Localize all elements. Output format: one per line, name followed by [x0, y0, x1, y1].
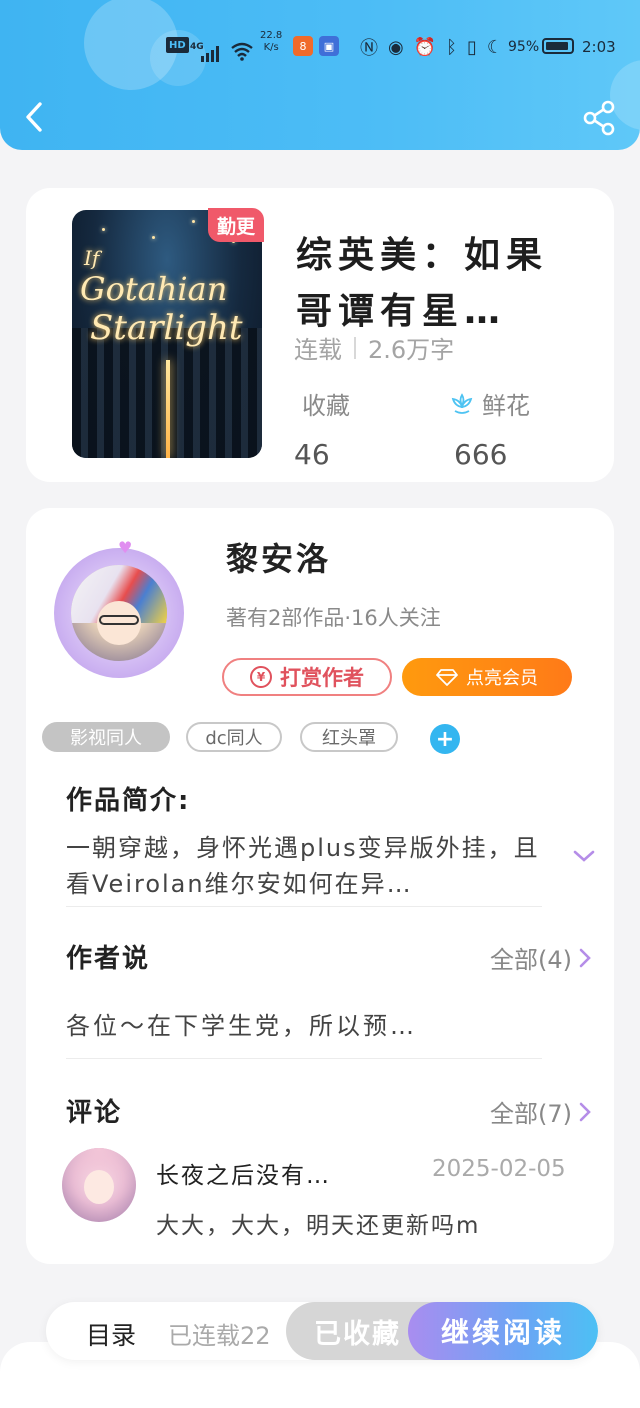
- chevron-right-icon: [579, 948, 591, 967]
- collect-label-text: 收藏: [302, 392, 350, 420]
- wifi-icon: [230, 34, 254, 68]
- commenter-avatar[interactable]: [62, 1148, 136, 1222]
- moon-icon: ☾: [486, 36, 503, 58]
- tag[interactable]: dc同人: [186, 722, 282, 752]
- author-meta: 著有2部作品·16人关注: [226, 606, 441, 630]
- author-card: ♥ 黎安洛 著有2部作品·16人关注 ¥ 打赏作者 点亮会员 影视同人 dc同人…: [26, 508, 614, 1264]
- speed-value: 22.8: [260, 30, 283, 41]
- status-bar: HD 4G 22.8 K/s 8 ▣ Ⓝ ◉ ⏰ ᛒ ▯ ☾ 95% 2:03: [0, 28, 640, 62]
- cover-star: [102, 228, 105, 231]
- chevron-right-icon: [579, 1102, 591, 1121]
- book-info-card: If Gotahian Starlight 勤更 综英美：如果哥谭有星… 连载 …: [26, 188, 614, 482]
- cover-text: If: [84, 246, 100, 270]
- share-button[interactable]: [580, 100, 620, 136]
- tag[interactable]: 红头罩: [300, 722, 398, 752]
- serial-count: 已连载22: [168, 1322, 271, 1350]
- book-status: 连载 2.6万字: [294, 330, 454, 365]
- author-avatar[interactable]: [54, 548, 184, 678]
- reward-label: 打赏作者: [280, 666, 364, 690]
- continue-reading-button[interactable]: 继续阅读: [408, 1302, 598, 1360]
- intro-title: 作品简介:: [66, 786, 191, 816]
- app-notification-icon: 8: [293, 36, 313, 56]
- update-badge: 勤更: [208, 208, 264, 242]
- eye-comfort-icon: ◉: [388, 36, 404, 58]
- intro-text[interactable]: 一朝穿越，身怀光遇plus变异版外挂，且看Veirolan维尔安如何在异…: [66, 830, 546, 902]
- tag[interactable]: 影视同人: [42, 722, 170, 752]
- reward-author-button[interactable]: ¥ 打赏作者: [222, 658, 392, 696]
- bottom-action-bar: 目录 已连载22 已收藏 继续阅读: [46, 1302, 598, 1360]
- expand-button[interactable]: [572, 844, 596, 868]
- toc-button[interactable]: 目录: [86, 1316, 136, 1352]
- author-says-all-label: 全部(4): [490, 946, 572, 974]
- book-title: 综英美：如果哥谭有星…: [296, 235, 549, 332]
- app-notification-icon: ▣: [319, 36, 339, 56]
- alarm-icon: ⏰: [413, 36, 437, 58]
- battery-percent: 95%: [508, 39, 540, 55]
- comments-all-link[interactable]: 全部(7): [490, 1094, 592, 1129]
- author-name[interactable]: 黎安洛: [226, 534, 331, 580]
- flower-count: 666: [454, 438, 508, 471]
- header: HD 4G 22.8 K/s 8 ▣ Ⓝ ◉ ⏰ ᛒ ▯ ☾ 95% 2:03: [0, 0, 640, 150]
- comments-title: 评论: [66, 1098, 123, 1128]
- commenter-name[interactable]: 长夜之后没有…: [156, 1156, 331, 1190]
- flower-icon: [451, 392, 473, 414]
- avatar-face: [84, 1170, 114, 1204]
- word-count: 2.6万字: [368, 336, 455, 364]
- author-says-all-link[interactable]: 全部(4): [490, 940, 592, 975]
- battery-icon: [542, 38, 574, 54]
- chevron-left-icon: [26, 102, 42, 132]
- author-says-text[interactable]: 各位～在下学生党，所以预…: [66, 1006, 417, 1041]
- yen-icon: ¥: [250, 666, 272, 688]
- flower-label-text: 鲜花: [482, 392, 530, 420]
- plus-icon: +: [435, 726, 455, 752]
- signal-icon: [201, 36, 223, 70]
- vibrate-icon: ▯: [466, 36, 477, 58]
- vip-button[interactable]: 点亮会员: [402, 658, 572, 696]
- nfc-icon: Ⓝ: [360, 38, 378, 59]
- vip-label: 点亮会员: [466, 668, 538, 689]
- divider: [66, 1058, 542, 1059]
- serial-status: 连载: [294, 336, 342, 364]
- avatar-image: [71, 565, 167, 661]
- cover-text: Gotahian: [80, 270, 228, 308]
- chevron-down-icon: [573, 850, 595, 862]
- cover-text: Starlight: [90, 308, 243, 348]
- clock: 2:03: [582, 38, 616, 56]
- comment-text[interactable]: 大大，大大，明天还更新吗m: [156, 1206, 480, 1240]
- hd-icon: HD: [166, 37, 189, 53]
- flower-label: 鲜花: [450, 386, 530, 421]
- collect-count: 46: [294, 438, 330, 471]
- cover-light: [166, 360, 170, 458]
- cover-star: [152, 236, 155, 239]
- share-icon: [583, 100, 615, 136]
- divider: [354, 336, 356, 359]
- back-button[interactable]: [20, 98, 50, 138]
- system-icons: Ⓝ ◉ ⏰ ᛒ ▯ ☾: [360, 30, 503, 64]
- add-tag-button[interactable]: +: [430, 724, 460, 754]
- heart-icon: ♥: [118, 538, 133, 557]
- diamond-icon: [436, 669, 458, 686]
- comments-all-label: 全部(7): [490, 1100, 572, 1128]
- book-cover[interactable]: If Gotahian Starlight: [72, 210, 262, 458]
- collect-label: 收藏: [302, 386, 350, 421]
- network-speed: 22.8 K/s: [260, 30, 282, 60]
- avatar-glasses: [99, 615, 139, 625]
- author-says-title: 作者说: [66, 944, 151, 974]
- speed-unit: K/s: [263, 42, 279, 53]
- divider: [66, 906, 542, 907]
- comment-date: 2025-02-05: [432, 1156, 566, 1182]
- cover-star: [192, 220, 195, 223]
- bluetooth-icon: ᛒ: [446, 36, 457, 58]
